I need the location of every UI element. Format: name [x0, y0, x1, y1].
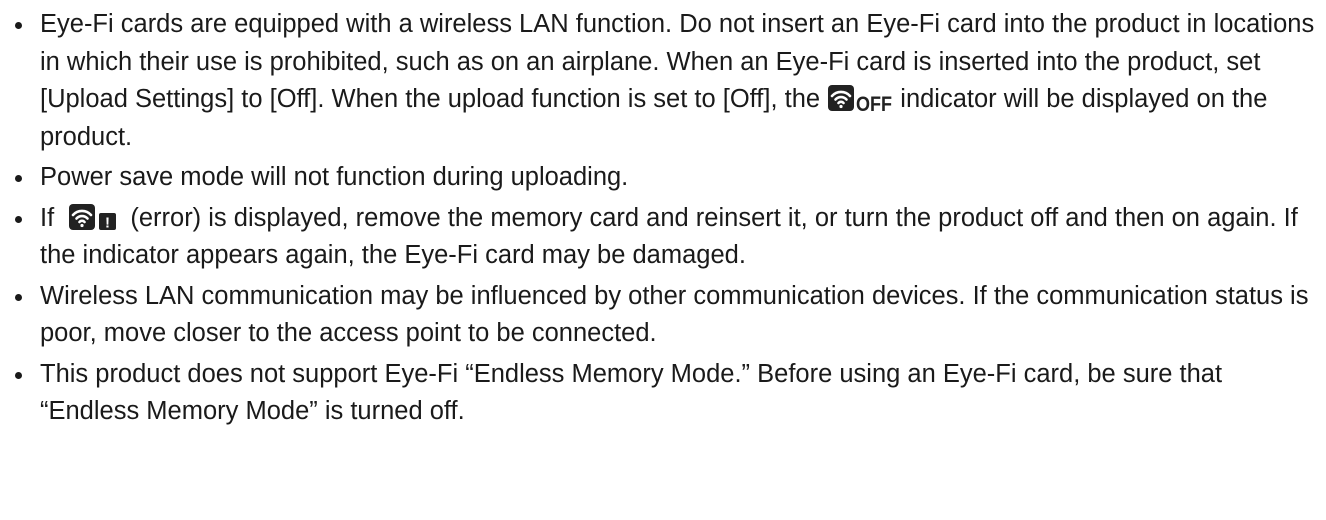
bullet	[15, 215, 22, 223]
bullet	[15, 22, 22, 29]
wifi-off-icon-label: OFF	[856, 93, 892, 112]
notes-list: Eye-Fi cards are equipped with a wireles…	[0, 0, 1326, 431]
note-item: Power save mode will not function during…	[0, 159, 1326, 197]
note-item: If ! (error) is displayed, remove the me…	[0, 200, 1326, 275]
note-item: This product does not support Eye-Fi “En…	[0, 356, 1326, 431]
note-item: Wireless LAN communication may be influe…	[0, 278, 1326, 353]
note-text-before: If	[40, 203, 62, 232]
bullet	[15, 371, 22, 379]
note-text: Power save mode will not function during…	[40, 163, 629, 191]
bullet	[15, 175, 22, 182]
note-text: This product does not support Eye-Fi “En…	[40, 359, 1223, 426]
note-item: Eye-Fi cards are equipped with a wireles…	[0, 6, 1326, 156]
wifi-error-icon: !	[69, 203, 117, 231]
note-text-after: (error) is displayed, remove the memory …	[40, 203, 1298, 270]
note-text: Wireless LAN communication may be influe…	[40, 281, 1309, 348]
wifi-off-icon: OFF	[828, 85, 892, 112]
bullet	[15, 293, 22, 301]
wifi-error-icon-label: !	[105, 214, 110, 231]
